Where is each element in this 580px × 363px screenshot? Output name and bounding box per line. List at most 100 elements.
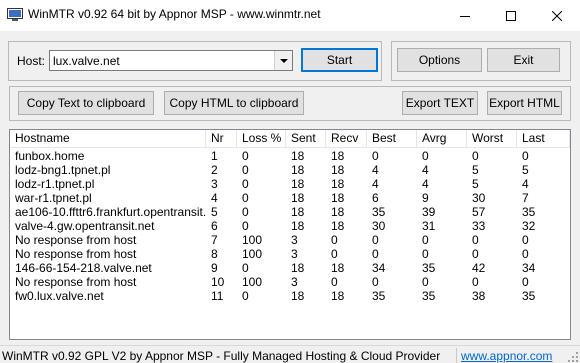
cell-recv: 18 [331, 261, 345, 275]
cell-avrg: 9 [422, 191, 429, 205]
column-header-last[interactable]: Last [517, 130, 570, 148]
network-icon [7, 8, 23, 22]
cell-best: 6 [372, 191, 379, 205]
host-label: Host: [17, 54, 46, 68]
host-combobox[interactable] [49, 50, 293, 71]
cell-best: 0 [372, 275, 379, 289]
cell-avrg: 0 [422, 275, 429, 289]
cell-last: 0 [522, 247, 529, 261]
cell-loss: 100 [242, 233, 263, 247]
chevron-down-icon[interactable] [274, 51, 292, 70]
cell-last: 5 [522, 163, 529, 177]
cell-loss: 0 [242, 177, 249, 191]
copy-text-button[interactable]: Copy Text to clipboard [18, 91, 154, 115]
cell-best: 4 [372, 163, 379, 177]
cell-nr: 9 [211, 261, 218, 275]
cell-best: 0 [372, 149, 379, 163]
column-header-recv[interactable]: Recv [326, 130, 367, 148]
cell-loss: 0 [242, 289, 249, 303]
cell-sent: 18 [291, 191, 305, 205]
table-row[interactable]: war-r1.tpnet.pl 4 0 18 18 6 9 30 7 [10, 191, 570, 205]
cell-best: 4 [372, 177, 379, 191]
column-header-worst[interactable]: Worst [467, 130, 517, 148]
cell-sent: 18 [291, 177, 305, 191]
cell-worst: 42 [472, 261, 486, 275]
cell-best: 35 [372, 289, 386, 303]
table-row[interactable]: lodz-bng1.tpnet.pl 2 0 18 18 4 4 5 5 [10, 163, 570, 177]
cell-nr: 4 [211, 191, 218, 205]
cell-nr: 7 [211, 233, 218, 247]
column-header-sent[interactable]: Sent [286, 130, 326, 148]
column-header-avrg[interactable]: Avrg [417, 130, 467, 148]
cell-hostname: funbox.home [15, 149, 85, 163]
export-text-button[interactable]: Export TEXT [402, 91, 478, 115]
table-row[interactable]: No response from host 10 100 3 0 0 0 0 0 [10, 275, 570, 289]
table-row[interactable]: No response from host 7 100 3 0 0 0 0 0 [10, 233, 570, 247]
cell-hostname: ae106-10.ffttr6.frankfurt.opentransit.ne… [15, 205, 206, 219]
maximize-button[interactable] [488, 0, 534, 31]
cell-worst: 0 [472, 233, 479, 247]
results-table[interactable]: Hostname Nr Loss % Sent Recv Best Avrg Worst Las… [9, 129, 571, 340]
table-row[interactable]: lodz-r1.tpnet.pl 3 0 18 18 4 4 5 4 [10, 177, 570, 191]
table-row[interactable]: valve-4.gw.opentransit.net 6 0 18 18 30 31 33 32 [10, 219, 570, 233]
cell-recv: 18 [331, 149, 345, 163]
cell-best: 30 [372, 219, 386, 233]
cell-recv: 18 [331, 191, 345, 205]
cell-nr: 10 [211, 275, 225, 289]
cell-nr: 2 [211, 163, 218, 177]
cell-best: 34 [372, 261, 386, 275]
cell-avrg: 0 [422, 149, 429, 163]
cell-hostname: lodz-r1.tpnet.pl [15, 177, 95, 191]
cell-recv: 18 [331, 163, 345, 177]
cell-sent: 18 [291, 289, 305, 303]
column-header-loss[interactable]: Loss % [237, 130, 286, 148]
column-header-best[interactable]: Best [367, 130, 417, 148]
table-row[interactable]: fw0.lux.valve.net 11 0 18 18 35 35 38 35 [10, 289, 570, 303]
cell-sent: 18 [291, 163, 305, 177]
cell-recv: 0 [331, 233, 338, 247]
cell-worst: 5 [472, 177, 479, 191]
cell-avrg: 4 [422, 177, 429, 191]
copy-html-button[interactable]: Copy HTML to clipboard [164, 91, 304, 115]
host-input[interactable] [50, 51, 274, 70]
table-row[interactable]: No response from host 8 100 3 0 0 0 0 0 [10, 247, 570, 261]
cell-loss: 0 [242, 163, 249, 177]
cell-worst: 0 [472, 247, 479, 261]
column-header-nr[interactable]: Nr [206, 130, 237, 148]
title-bar: WinMTR v0.92 64 bit by Appnor MSP - www.… [0, 0, 580, 31]
start-button[interactable]: Start [301, 48, 378, 72]
cell-worst: 0 [472, 275, 479, 289]
cell-last: 34 [522, 261, 536, 275]
cell-worst: 38 [472, 289, 486, 303]
close-button[interactable] [534, 0, 580, 31]
cell-recv: 18 [331, 205, 345, 219]
options-button[interactable]: Options [397, 48, 482, 72]
cell-avrg: 0 [422, 233, 429, 247]
cell-loss: 0 [242, 219, 249, 233]
cell-hostname: lodz-bng1.tpnet.pl [15, 163, 111, 177]
cell-last: 4 [522, 177, 529, 191]
exit-button[interactable]: Exit [487, 48, 560, 72]
table-row[interactable]: ae106-10.ffttr6.frankfurt.opentransit.ne… [10, 205, 570, 219]
table-row[interactable]: 146-66-154-218.valve.net 9 0 18 18 34 35 42 34 [10, 261, 570, 275]
column-header-hostname[interactable]: Hostname [10, 130, 206, 148]
cell-loss: 0 [242, 205, 249, 219]
cell-sent: 3 [291, 233, 298, 247]
status-bar: WinMTR v0.92 GPL V2 by Appnor MSP - Full… [0, 345, 580, 363]
cell-last: 7 [522, 191, 529, 205]
table-row[interactable]: funbox.home 1 0 18 18 0 0 0 0 [10, 149, 570, 163]
export-html-button[interactable]: Export HTML [487, 91, 562, 115]
appnor-link[interactable]: www.appnor.com [461, 349, 552, 363]
cell-avrg: 31 [422, 219, 436, 233]
cell-hostname: war-r1.tpnet.pl [15, 191, 92, 205]
minimize-button[interactable] [442, 0, 488, 31]
cell-nr: 8 [211, 247, 218, 261]
cell-sent: 18 [291, 149, 305, 163]
status-divider [456, 348, 457, 363]
cell-sent: 3 [291, 247, 298, 261]
resize-grip-icon[interactable] [568, 351, 578, 362]
cell-avrg: 35 [422, 261, 436, 275]
cell-worst: 5 [472, 163, 479, 177]
cell-nr: 5 [211, 205, 218, 219]
cell-best: 0 [372, 233, 379, 247]
